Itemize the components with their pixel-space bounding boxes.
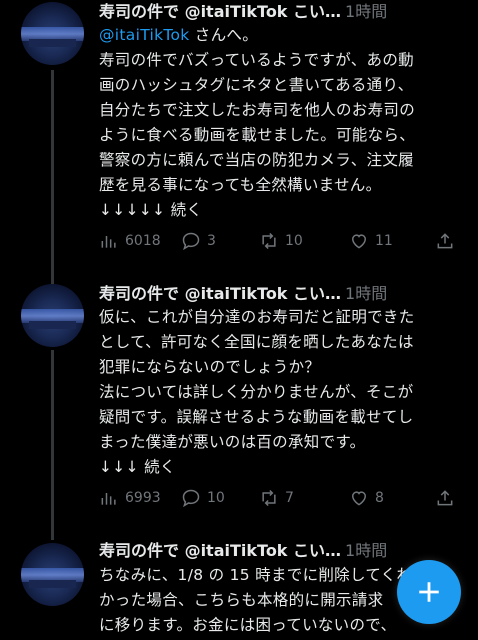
timestamp[interactable]: 1時間	[345, 541, 387, 560]
compose-button[interactable]	[397, 560, 461, 624]
display-name[interactable]: 寿司の件で @itaiTikTok こい…	[99, 541, 341, 560]
tweet[interactable]: 寿司の件で @itaiTikTok こい… 1時間 ちなみに、1/8 の 15 時…	[0, 0, 478, 640]
plus-icon	[419, 582, 439, 602]
avatar[interactable]	[21, 543, 84, 606]
tweet-header: 寿司の件で @itaiTikTok こい… 1時間	[99, 539, 464, 563]
